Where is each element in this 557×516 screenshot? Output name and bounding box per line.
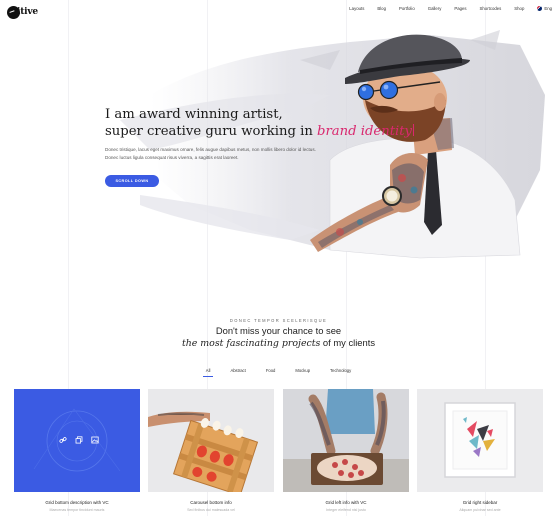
card-title[interactable]: Grid right sidebar (417, 500, 543, 505)
card-subtitle: Aliquam pulvinar sed ante (459, 508, 501, 512)
portfolio-card[interactable] (148, 389, 274, 492)
section-title: Don't miss your chance to see the most f… (0, 325, 557, 349)
portfolio-card[interactable] (14, 389, 140, 492)
portfolio-card[interactable] (417, 389, 543, 492)
filter-mockup[interactable]: Mockup (295, 368, 310, 377)
card-image-frame-mockup (417, 389, 543, 492)
card-title[interactable]: Grid bottom description with VC (14, 500, 140, 505)
section-title-italic: the most fascinating projects (181, 337, 321, 349)
hero-headline-accent: brand identity (317, 124, 412, 139)
typing-caret (413, 124, 414, 136)
card-title[interactable]: Carousel bottom info (148, 500, 274, 505)
filter-all[interactable]: All (202, 368, 213, 377)
link-icon[interactable] (59, 436, 67, 444)
portfolio-card[interactable] (283, 389, 409, 492)
card-subtitle: Sed finibus dui malesuada vel (187, 508, 235, 512)
card-image-pizza-chef (283, 389, 409, 492)
card-title[interactable]: Grid left info with VC (283, 500, 409, 505)
section-eyebrow: DONEC TEMPOR SCELERISQUE (229, 318, 328, 323)
section-title-line2: the most fascinating projects of my clie… (0, 337, 557, 350)
filter-food[interactable]: Food (266, 368, 276, 377)
card-subtitle: Maecenas tempor tincidunt mauris (49, 508, 105, 512)
hero-man-illustration (310, 34, 521, 259)
hero-headline-line2: super creative guru working in brand ide… (105, 123, 414, 140)
scroll-down-button[interactable]: SCROLL DOWN (105, 175, 159, 187)
image-icon[interactable] (91, 436, 99, 444)
portfolio-filters: All Abstract Food Mockup Technology (0, 368, 557, 377)
section-title-line1: Don't miss your chance to see (215, 325, 342, 336)
card-image-egg-crate (148, 389, 274, 492)
card-subtitle: Integer eleifend nisl justo (326, 508, 366, 512)
hero-headline: I am award winning artist, super creativ… (105, 106, 414, 140)
hero-headline-line1: I am award winning artist, (105, 107, 283, 122)
filter-technology[interactable]: Technology (330, 368, 351, 377)
section-title-rest: of my clients (320, 336, 376, 348)
hero-lead-text: Donec tristique, lacus eget maximus orna… (105, 147, 316, 160)
hero-headline-prefix: super creative guru working in (105, 124, 318, 139)
copy-icon[interactable] (75, 436, 83, 444)
filter-abstract[interactable]: Abstract (230, 368, 245, 377)
